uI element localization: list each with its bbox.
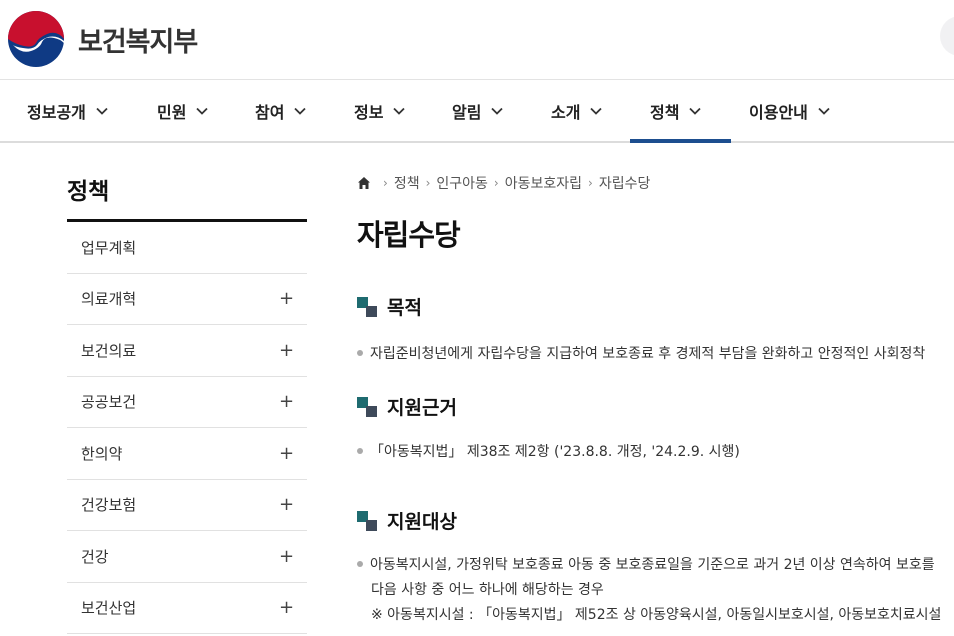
sidebar-item-work-plan[interactable]: 업무계획 [67, 222, 307, 274]
sidebar-item-label: 의료개혁 [81, 290, 137, 309]
chevron-down-icon [196, 107, 209, 115]
nav-label: 알림 [452, 102, 482, 122]
breadcrumb-separator: › [425, 176, 431, 190]
sidebar-item-health-care[interactable]: 보건의료 + [67, 325, 307, 377]
chevron-down-icon [590, 107, 603, 115]
site-header: 보건복지부 [0, 0, 954, 80]
plus-icon[interactable]: + [279, 391, 294, 412]
ministry-name-logo[interactable]: 보건복지부 [78, 20, 198, 59]
sidebar-item-label: 보건산업 [81, 599, 137, 618]
section-square-icon [357, 510, 377, 531]
section-bullet: 아동복지시설, 가정위탁 보호종료 아동 중 보호종료일을 기준으로 과거 2년… [357, 553, 935, 577]
bullet-continuation: 다음 사항 중 어느 하나에 해당하는 경우 [371, 582, 604, 598]
section-heading-text: 목적 [387, 297, 422, 319]
chevron-down-icon [689, 107, 702, 115]
page-title: 자립수당 [357, 218, 461, 252]
sidebar-item-public-health[interactable]: 공공보건 + [67, 377, 307, 428]
nav-item-about[interactable]: 소개 [551, 80, 603, 141]
plus-icon[interactable]: + [279, 597, 294, 618]
breadcrumb: › 정책 › 인구아동 › 아동보호자립 › 자립수당 [357, 173, 650, 193]
section-heading-eligibility: 지원대상 [357, 507, 457, 534]
plus-icon[interactable]: + [279, 494, 294, 515]
breadcrumb-item[interactable]: 정책 [394, 173, 420, 193]
section-square-icon [357, 396, 377, 417]
nav-item-information[interactable]: 정보 [354, 80, 406, 141]
breadcrumb-item[interactable]: 인구아동 [436, 173, 488, 193]
bullet-text: 자립준비청년에게 자립수당을 지급하여 보호종료 후 경제적 부담을 완화하고 … [370, 346, 926, 362]
plus-icon[interactable]: + [279, 443, 294, 464]
sidebar-item-label: 공공보건 [81, 393, 137, 412]
section-heading-text: 지원근거 [387, 397, 457, 419]
section-heading-text: 지원대상 [387, 511, 457, 533]
nav-label: 정보공개 [27, 102, 86, 122]
breadcrumb-item[interactable]: 아동보호자립 [505, 173, 582, 193]
government-emblem-logo[interactable] [7, 10, 65, 68]
nav-item-notice[interactable]: 알림 [452, 80, 504, 141]
main-navigation: 정보공개 민원 참여 정보 알림 소개 정책 이용안내 [0, 80, 954, 143]
chevron-down-icon [96, 107, 108, 115]
nav-item-info-disclosure[interactable]: 정보공개 [27, 80, 109, 141]
sidebar-item-label: 건강 [81, 547, 109, 566]
sidebar-item-label: 업무계획 [81, 238, 137, 257]
nav-item-usage-guide[interactable]: 이용안내 [749, 80, 831, 141]
sidebar-item-label: 건강보험 [81, 496, 137, 515]
sidebar-title: 정책 [67, 179, 110, 205]
nav-label: 정책 [650, 102, 680, 122]
chevron-down-icon [393, 107, 406, 115]
section-heading-purpose: 목적 [357, 293, 422, 320]
breadcrumb-separator: › [493, 176, 499, 190]
nav-label: 정보 [354, 102, 384, 122]
section-square-icon [357, 296, 377, 317]
sidebar-item-label: 한의약 [81, 444, 123, 463]
note-line: ※ 아동복지시설 : 「아동복지법」 제52조 상 아동양육시설, 아동일시보호… [371, 607, 942, 623]
nav-label: 소개 [551, 102, 581, 122]
plus-icon[interactable]: + [279, 340, 294, 361]
breadcrumb-item-current[interactable]: 자립수당 [599, 173, 651, 193]
breadcrumb-separator: › [383, 176, 388, 190]
nav-label: 이용안내 [749, 102, 808, 122]
sidebar-item-health-industry[interactable]: 보건산업 + [67, 583, 307, 634]
bullet-dot-icon [357, 448, 363, 454]
chevron-down-icon [818, 107, 830, 115]
breadcrumb-separator: › [588, 176, 593, 190]
sidebar-item-korean-medicine[interactable]: 한의약 + [67, 428, 307, 480]
plus-icon[interactable]: + [279, 546, 294, 567]
sidebar-menu: 업무계획 의료개혁 + 보건의료 + 공공보건 + 한의약 + 건강보험 + 건… [67, 222, 307, 634]
nav-label: 민원 [157, 102, 187, 122]
chevron-down-icon [491, 107, 504, 115]
nav-label: 참여 [255, 102, 285, 122]
nav-item-participation[interactable]: 참여 [255, 80, 307, 141]
sidebar-item-medical-reform[interactable]: 의료개혁 + [67, 274, 307, 325]
home-icon[interactable] [357, 176, 371, 190]
sidebar-item-label: 보건의료 [81, 341, 137, 360]
nav-item-policy[interactable]: 정책 [629, 80, 733, 143]
bullet-dot-icon [357, 350, 363, 356]
plus-icon[interactable]: + [279, 288, 294, 309]
sidebar-item-health[interactable]: 건강 + [67, 531, 307, 583]
section-bullet: 자립준비청년에게 자립수당을 지급하여 보호종료 후 경제적 부담을 완화하고 … [357, 342, 925, 366]
bullet-dot-icon [357, 561, 363, 567]
section-bullet: 「아동복지법」 제38조 제2항 ('23.8.8. 개정, '24.2.9. … [357, 440, 740, 464]
search-button[interactable] [940, 16, 954, 56]
bullet-text: 아동복지시설, 가정위탁 보호종료 아동 중 보호종료일을 기준으로 과거 2년… [370, 557, 935, 573]
section-heading-legal-basis: 지원근거 [357, 393, 457, 420]
chevron-down-icon [294, 107, 307, 115]
nav-item-civil-complaint[interactable]: 민원 [157, 80, 209, 141]
sidebar-item-health-insurance[interactable]: 건강보험 + [67, 480, 307, 531]
bullet-text: 「아동복지법」 제38조 제2항 ('23.8.8. 개정, '24.2.9. … [370, 444, 740, 460]
